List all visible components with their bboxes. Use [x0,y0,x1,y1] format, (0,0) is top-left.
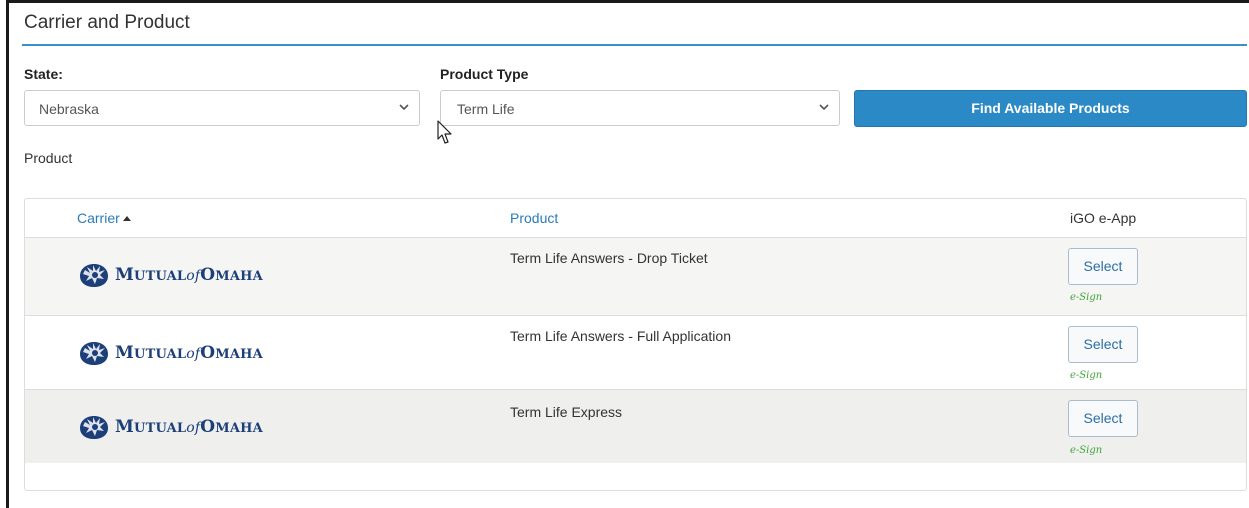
state-select[interactable]: Nebraska [24,90,420,126]
product-section-label: Product [24,150,73,166]
table-row: MUTUALofOMAHA Term Life Answers - Drop T… [25,237,1246,315]
esign-badge: e-Sign [1070,370,1103,381]
state-label: State: [24,66,63,82]
product-name: Term Life Answers - Full Application [510,328,731,344]
product-name: Term Life Answers - Drop Ticket [510,250,708,266]
carrier-name: MUTUALofOMAHA [115,343,263,363]
section-title: Carrier and Product [24,12,190,33]
carrier-name: MUTUALofOMAHA [115,265,263,285]
lion-head-icon [80,264,108,287]
esign-badge: e-Sign [1070,292,1103,303]
carrier-logo: MUTUALofOMAHA [77,262,263,288]
window-border-top [6,0,1249,3]
igo-eapp-column-header: iGO e-App [1070,210,1137,226]
product-name: Term Life Express [510,404,623,420]
carrier-header-label: Carrier [77,210,120,226]
table-row: MUTUALofOMAHA Term Life Express Select e… [25,389,1246,463]
section-divider [22,44,1247,46]
mouse-cursor-icon [437,120,452,144]
lion-head-icon [80,416,108,439]
carrier-name: MUTUALofOMAHA [115,417,263,437]
window-border-left [6,0,9,508]
lion-head-icon [80,342,108,365]
find-available-products-button[interactable]: Find Available Products [854,90,1247,127]
chevron-down-icon [399,104,409,111]
carrier-logo: MUTUALofOMAHA [77,414,263,440]
product-type-select[interactable]: Term Life [440,90,840,126]
table-row: MUTUALofOMAHA Term Life Answers - Full A… [25,315,1246,389]
carrier-column-header[interactable]: Carrier [77,210,131,226]
select-button[interactable]: Select [1068,400,1138,437]
carrier-logo: MUTUALofOMAHA [77,340,263,366]
state-select-value: Nebraska [39,101,99,117]
product-type-label: Product Type [440,66,529,82]
select-button[interactable]: Select [1068,248,1138,285]
product-column-header[interactable]: Product [510,210,558,226]
sort-ascending-icon [122,216,131,221]
product-type-select-value: Term Life [457,101,515,117]
esign-badge: e-Sign [1070,445,1103,456]
chevron-down-icon [819,104,829,111]
select-button[interactable]: Select [1068,326,1138,363]
